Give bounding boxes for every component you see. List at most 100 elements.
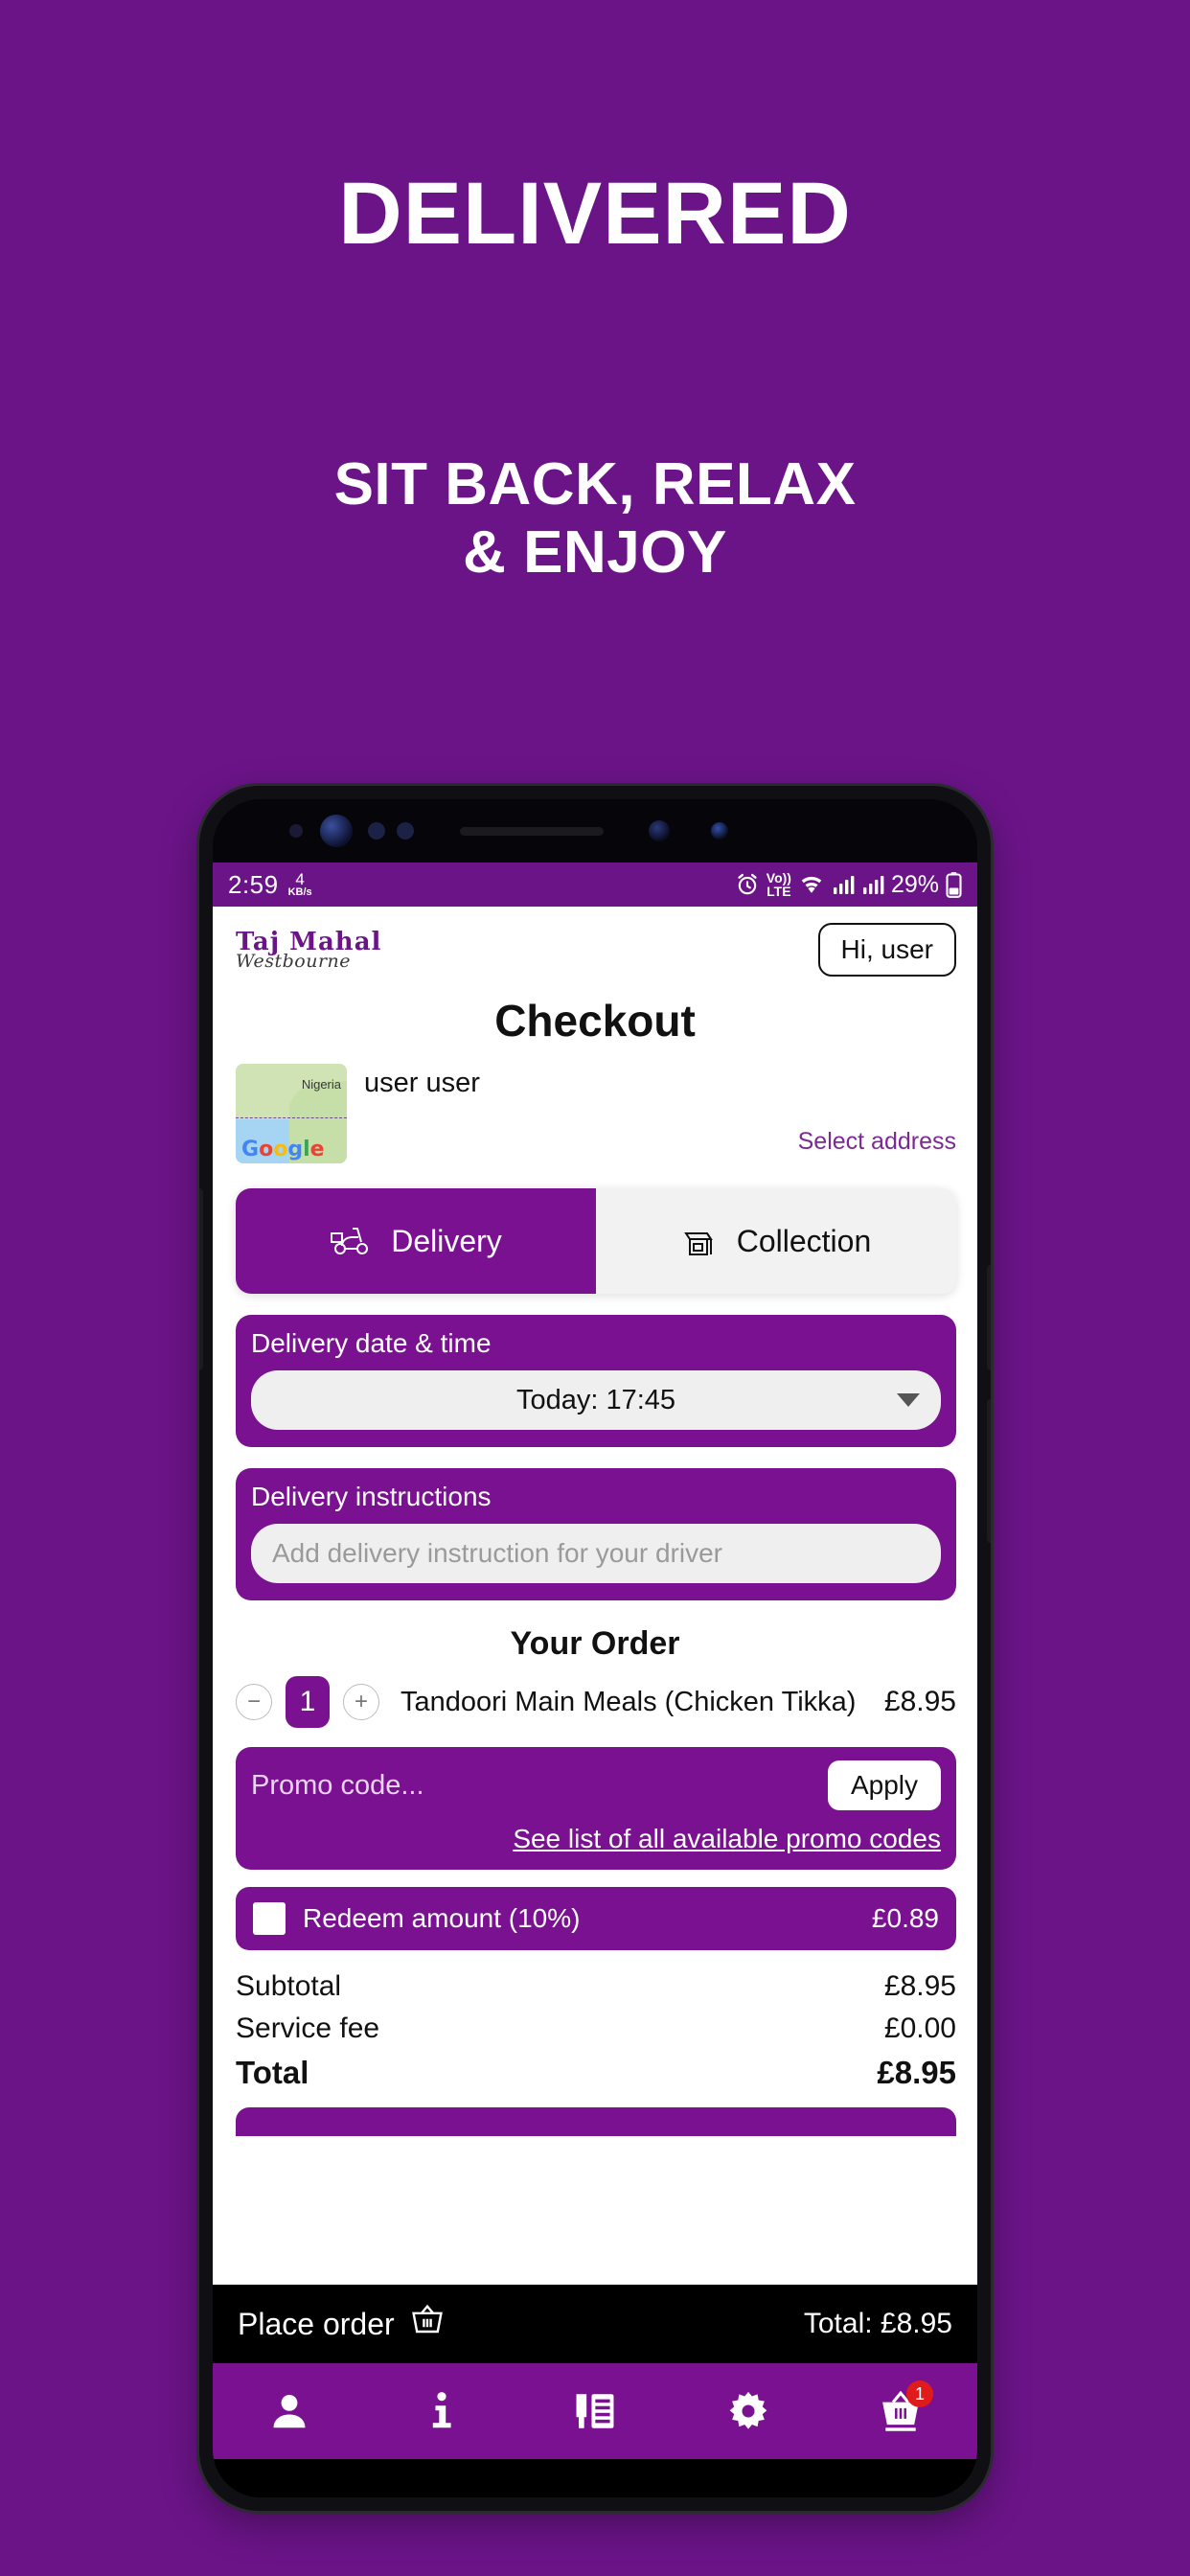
menu-book-icon [573, 2389, 617, 2433]
delivery-instructions-placeholder: Add delivery instruction for your driver [272, 1538, 722, 1568]
checkout-screen: Taj Mahal Westbourne Hi, user Checkout N… [213, 907, 977, 2363]
sensor-icon [397, 822, 414, 840]
phone-power-button [987, 1399, 991, 1543]
order-item-row: − 1 + Tandoori Main Meals (Chicken Tikka… [213, 1663, 977, 1741]
quantity-increase-button[interactable]: + [343, 1684, 379, 1720]
map-country-label: Nigeria [301, 1077, 341, 1092]
phone-top-bezel [213, 799, 977, 862]
place-order-total: Total: £8.95 [803, 2308, 952, 2339]
delivery-datetime-select[interactable]: Today: 17:45 [251, 1370, 941, 1430]
place-order-label: Place order [238, 2306, 395, 2341]
promo-subheadline: SIT BACK, RELAX & ENJOY [0, 450, 1190, 587]
order-item-name: Tandoori Main Meals (Chicken Tikka) [400, 1686, 857, 1717]
bottom-navigation: 1 [213, 2363, 977, 2459]
phone-screen: 2:59 4 KB/s Vo)) LTE 29% Taj Mahal Westb… [213, 799, 977, 2497]
order-section-title: Your Order [510, 1625, 680, 1662]
delivery-instructions-label: Delivery instructions [251, 1482, 492, 1511]
promo-code-input[interactable]: Promo code... [251, 1770, 424, 1802]
volte-label-top: Vo)) [766, 870, 791, 886]
service-fee-value: £0.00 [883, 2012, 956, 2044]
total-label: Total [236, 2055, 309, 2090]
tab-delivery[interactable]: Delivery [236, 1188, 596, 1294]
status-icons: Vo)) LTE 29% [735, 871, 962, 899]
promo-subheadline-line1: SIT BACK, RELAX [333, 451, 857, 518]
tab-collection-label: Collection [736, 1223, 872, 1258]
wifi-icon [798, 873, 825, 896]
account-button[interactable]: Hi, user [817, 923, 956, 977]
delivery-instructions-panel: Delivery instructions Add delivery instr… [236, 1468, 956, 1600]
customer-name: user user [364, 1068, 480, 1098]
redeem-amount-value: £0.89 [871, 1903, 939, 1933]
order-item-price: £8.95 [883, 1686, 956, 1717]
delivery-datetime-value: Today: 17:45 [515, 1384, 676, 1415]
front-camera-icon [320, 815, 353, 847]
google-logo: Google [241, 1138, 325, 1162]
status-data-rate-value: 4 [295, 870, 305, 888]
front-camera-icon [649, 820, 670, 841]
alarm-icon [735, 872, 760, 897]
map-equator-line [236, 1117, 347, 1118]
see-promo-codes-link[interactable]: See list of all available promo codes [251, 1824, 941, 1854]
redeem-checkbox[interactable] [253, 1902, 286, 1935]
status-time: 2:59 [228, 869, 279, 899]
nav-item-settings[interactable] [672, 2363, 825, 2459]
shop-icon [681, 1223, 720, 1259]
address-section: Nigeria Google user user Select address [213, 1046, 977, 1163]
apply-promo-button[interactable]: Apply [827, 1760, 941, 1810]
front-camera-icon [711, 822, 728, 840]
delivery-datetime-label: Delivery date & time [251, 1328, 492, 1358]
total-value: £8.95 [877, 2055, 956, 2090]
phone-volume-button [199, 1188, 203, 1370]
chevron-down-icon [897, 1393, 920, 1407]
phone-bixby-button [987, 1265, 991, 1370]
select-address-link[interactable]: Select address [364, 1128, 956, 1156]
basket-icon [410, 2304, 445, 2344]
promo-headline: DELIVERED [338, 165, 852, 263]
nav-item-info[interactable] [366, 2363, 519, 2459]
info-icon [420, 2389, 464, 2433]
status-data-rate: 4 KB/s [288, 871, 312, 898]
subtotal-label: Subtotal [236, 1970, 342, 2002]
delivery-datetime-panel: Delivery date & time Today: 17:45 [236, 1315, 956, 1447]
tab-collection[interactable]: Collection [596, 1188, 956, 1294]
totals-row-total: Total £8.95 [236, 2050, 956, 2096]
promo-code-panel: Promo code... Apply See list of all avai… [236, 1747, 956, 1870]
gear-icon [726, 2389, 770, 2433]
battery-icon [946, 871, 962, 898]
volte-label-bottom: LTE [767, 884, 791, 899]
page-title: Checkout [494, 996, 696, 1046]
subtotal-value: £8.95 [883, 1970, 956, 2002]
quantity-value: 1 [286, 1676, 330, 1728]
service-fee-label: Service fee [236, 2012, 380, 2044]
volte-icon: Vo)) LTE [767, 871, 791, 898]
app-header: Taj Mahal Westbourne Hi, user [213, 907, 977, 987]
scooter-icon [330, 1225, 374, 1257]
scrolled-panel-edge [236, 2107, 956, 2136]
sensor-icon [368, 822, 385, 840]
map-thumbnail[interactable]: Nigeria Google [236, 1064, 347, 1163]
totals-section: Subtotal £8.95 Service fee £0.00 Total £… [213, 1950, 977, 2096]
promo-screenshot-page: DELIVERED SIT BACK, RELAX & ENJOY 2:59 4… [0, 0, 1190, 2576]
quantity-decrease-button[interactable]: − [236, 1684, 272, 1720]
redeem-amount-row[interactable]: Redeem amount (10%) £0.89 [236, 1887, 956, 1950]
phone-bottom-bezel [213, 2459, 977, 2497]
nav-item-account[interactable] [213, 2363, 366, 2459]
phone-mockup: 2:59 4 KB/s Vo)) LTE 29% Taj Mahal Westb… [199, 786, 991, 2511]
nav-item-basket[interactable]: 1 [824, 2363, 977, 2459]
basket-badge: 1 [905, 2380, 933, 2407]
place-order-bar[interactable]: Place order Total: £8.95 [213, 2285, 977, 2363]
nav-item-menu[interactable] [518, 2363, 672, 2459]
earpiece-speaker [460, 827, 604, 836]
totals-row-service-fee: Service fee £0.00 [236, 2008, 956, 2050]
status-bar: 2:59 4 KB/s Vo)) LTE 29% [213, 862, 977, 907]
person-icon [267, 2389, 311, 2433]
sensor-icon [289, 824, 303, 838]
signal-bars-icon [832, 873, 855, 896]
signal-bars-icon [861, 873, 884, 896]
status-data-rate-unit: KB/s [287, 886, 312, 898]
delivery-instructions-input[interactable]: Add delivery instruction for your driver [251, 1524, 941, 1583]
redeem-amount-label: Redeem amount (10%) [303, 1903, 581, 1933]
totals-row-subtotal: Subtotal £8.95 [236, 1966, 956, 2008]
restaurant-logo: Taj Mahal Westbourne [236, 930, 381, 971]
promo-subheadline-line2: & ENJOY [463, 519, 727, 586]
